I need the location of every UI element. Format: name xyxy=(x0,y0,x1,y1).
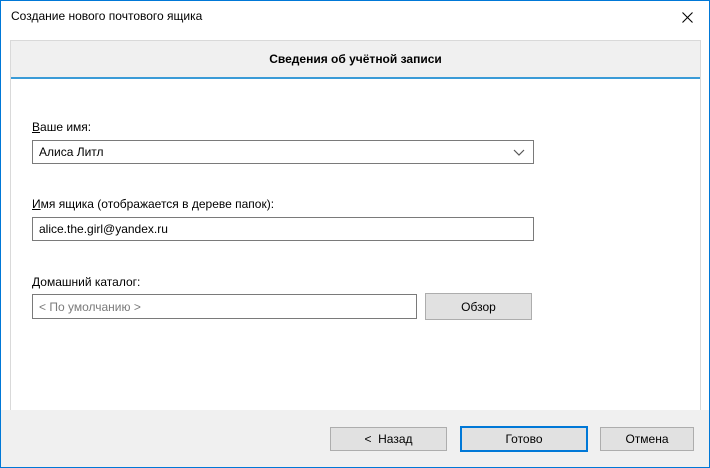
mailbox-label: Имя ящика (отображается в дереве папок): xyxy=(32,197,274,211)
mailbox-name-input[interactable] xyxy=(32,217,534,241)
name-label-rest: аше имя: xyxy=(40,120,91,134)
name-combobox[interactable]: Алиса Литл xyxy=(32,140,534,164)
close-icon xyxy=(681,11,694,24)
footer-bar: < Назад Готово Отмена xyxy=(1,410,709,467)
chevron-down-icon xyxy=(513,149,525,156)
account-info-panel: Сведения об учётной записи Ваше имя: Али… xyxy=(10,40,701,411)
titlebar: Создание нового почтового ящика xyxy=(1,1,709,39)
name-label: Ваше имя: xyxy=(32,120,91,134)
browse-button[interactable]: Обзор xyxy=(425,293,532,320)
mailbox-label-accel: И xyxy=(32,197,41,211)
finish-button[interactable]: Готово xyxy=(460,426,588,452)
name-label-accel: В xyxy=(32,120,40,134)
homedir-label-rest: омашний каталог: xyxy=(40,275,140,289)
back-button[interactable]: < Назад xyxy=(330,427,447,451)
name-combobox-value: Алиса Литл xyxy=(39,145,104,159)
close-button[interactable] xyxy=(669,3,705,31)
cancel-button[interactable]: Отмена xyxy=(600,427,694,451)
panel-header: Сведения об учётной записи xyxy=(11,41,700,79)
panel-title: Сведения об учётной записи xyxy=(269,52,442,66)
homedir-input[interactable] xyxy=(32,294,417,319)
mailbox-label-rest: мя ящика (отображается в дереве папок): xyxy=(41,197,274,211)
window-title: Создание нового почтового ящика xyxy=(11,9,202,23)
homedir-label: Домашний каталог: xyxy=(32,275,140,289)
dialog-window: Создание нового почтового ящика Сведения… xyxy=(0,0,710,468)
